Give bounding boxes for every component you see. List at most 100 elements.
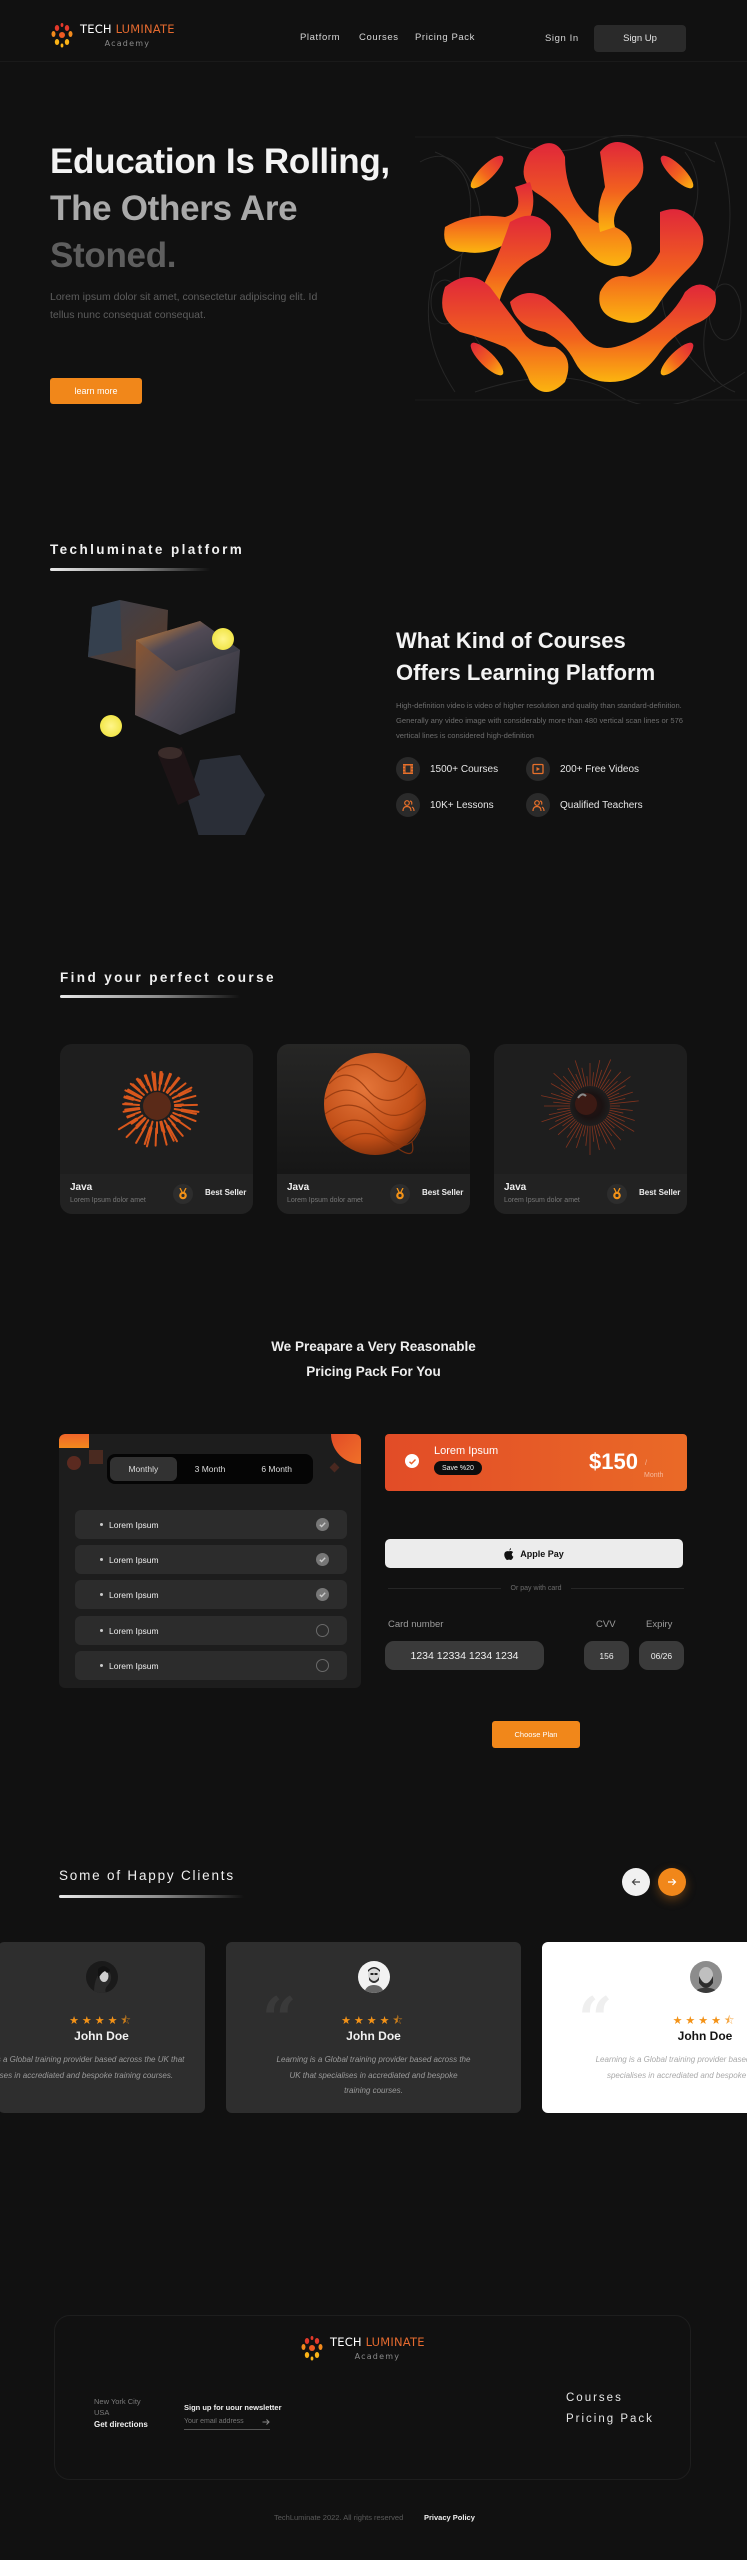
check-circle-icon — [316, 1553, 329, 1566]
best-seller-badge: Best Seller — [422, 1188, 464, 1197]
play-video-icon — [526, 757, 550, 781]
platform-description: High-definition video is video of higher… — [396, 701, 684, 740]
client-avatar — [85, 1961, 118, 1993]
plan-feature-row: Lorem Ipsum — [75, 1616, 347, 1645]
choose-plan-button[interactable]: Choose Plan — [492, 1721, 580, 1748]
newsletter-field — [184, 2414, 270, 2430]
arrow-right-icon — [668, 1878, 677, 1886]
learn-more-button[interactable]: learn more — [50, 378, 142, 404]
save-badge: Save %20 — [434, 1461, 482, 1475]
clients-section-label: Some of Happy Clients — [59, 1868, 235, 1883]
plan-feature-row: Lorem Ipsum — [75, 1510, 347, 1539]
plan-name: Lorem Ipsum — [434, 1445, 499, 1457]
privacy-policy-link[interactable]: Privacy Policy — [424, 2513, 475, 2522]
film-icon — [396, 757, 420, 781]
plan-price: $150 — [589, 1449, 638, 1474]
nav-link-platform[interactable]: Platform — [300, 32, 340, 43]
submit-arrow-icon[interactable] — [262, 2418, 270, 2426]
apple-pay-button[interactable]: Apple Pay — [385, 1539, 683, 1568]
course-card[interactable]: Java Lorem Ipsum dolor amet Best Seller — [277, 1044, 470, 1214]
cvv-input[interactable] — [584, 1641, 629, 1670]
email-input[interactable] — [184, 2418, 254, 2425]
quote-mark-icon: “ — [578, 1985, 613, 2055]
feature-qualified-teachers: Qualified Teachers — [526, 793, 643, 817]
nav-link-courses[interactable]: Courses — [359, 32, 399, 43]
feature-label: 200+ Free Videos — [560, 763, 640, 775]
feature-label: Qualified Teachers — [560, 799, 643, 811]
course-subtitle: Lorem Ipsum dolor amet — [70, 1197, 146, 1204]
testimonial-card: “ ★★★★⯪ John Doe Learning is a Global tr… — [542, 1942, 747, 2113]
brand-subtitle: Academy — [104, 39, 151, 48]
apple-icon — [504, 1547, 514, 1560]
hero-title: Education Is Rolling, The Others Are Sto… — [50, 142, 390, 275]
decor-shape — [329, 1462, 340, 1473]
pay-with-card-divider: Or pay with card — [388, 1585, 684, 1592]
course-card[interactable]: Java Lorem Ipsum dolor amet Best Seller — [494, 1044, 687, 1214]
sign-up-button[interactable]: Sign Up — [594, 25, 686, 52]
course-title: Java — [70, 1182, 93, 1193]
check-circle-icon — [316, 1588, 329, 1601]
course-title: Java — [504, 1182, 527, 1193]
selected-plan-card[interactable]: Lorem Ipsum Save %20 $150 / Month — [385, 1434, 687, 1491]
brand-name: TECH LUMINATE — [80, 22, 175, 36]
floating-cubes-illustration — [88, 600, 265, 835]
arrow-left-icon — [631, 1878, 640, 1886]
plan-period: Month — [644, 1472, 664, 1479]
client-quote: Learning is a Global training provider b… — [276, 2055, 471, 2095]
empty-circle-icon — [316, 1624, 329, 1637]
section-underline — [50, 568, 210, 571]
footer-brand-logo[interactable]: TECH LUMINATE Academy — [300, 2335, 425, 2361]
expiry-label: Expiry — [646, 1619, 673, 1630]
course-image-particle-burst — [60, 1044, 253, 1174]
tab-monthly[interactable]: Monthly — [110, 1457, 177, 1481]
feature-label: 10K+ Lessons — [430, 799, 494, 811]
courses-section-label: Find your perfect course — [60, 970, 276, 985]
newsletter-label: Sign up for uour newsletter — [184, 2403, 282, 2412]
glowing-orb — [100, 715, 122, 737]
nav-link-pricing-pack[interactable]: Pricing Pack — [415, 32, 475, 43]
testimonial-card: “ ★★★★⯪ John Doe Learning is a Global tr… — [226, 1942, 521, 2113]
plan-feature-row: Lorem Ipsum — [75, 1651, 347, 1680]
best-seller-badge: Best Seller — [205, 1188, 247, 1197]
particle-stroke — [173, 1099, 182, 1103]
carousel-next-button[interactable] — [658, 1868, 686, 1896]
price-separator: / — [645, 1460, 647, 1467]
course-image-spiky-sphere — [494, 1044, 687, 1174]
hero-description: Lorem ipsum dolor sit amet, consectetur … — [50, 291, 318, 321]
client-name: John Doe — [346, 2029, 401, 2043]
tab-3-month[interactable]: 3 Month — [177, 1457, 244, 1481]
pricing-title: We Preapare a Very Reasonable Pricing Pa… — [271, 1339, 476, 1379]
particle-stroke — [122, 1103, 141, 1106]
footer-link-courses[interactable]: Courses — [566, 2392, 623, 2404]
section-underline — [59, 1895, 244, 1898]
plan-feature-row: Lorem Ipsum — [75, 1545, 347, 1574]
get-directions-link[interactable]: Get directions — [94, 2420, 148, 2429]
top-navigation: TECH LUMINATE Academy Platform Courses P… — [0, 0, 747, 62]
users-icon — [396, 793, 420, 817]
footer-address: New York City USA — [94, 2397, 141, 2417]
medal-icon — [607, 1184, 627, 1204]
course-card[interactable]: Java Lorem Ipsum dolor amet Best Seller — [60, 1044, 253, 1214]
medal-icon — [390, 1184, 410, 1204]
client-quote: Learning is a Global training provider b… — [595, 2055, 747, 2080]
client-name: John Doe — [677, 2029, 733, 2043]
check-circle-icon — [316, 1518, 329, 1531]
billing-period-tabs: Monthly 3 Month 6 Month — [107, 1454, 313, 1484]
platform-title: What Kind of Courses Offers Learning Pla… — [396, 628, 656, 685]
client-avatar — [690, 1961, 722, 1993]
brand-logo[interactable]: TECH LUMINATE Academy — [50, 22, 175, 48]
expiry-input[interactable] — [639, 1641, 684, 1670]
brand-subtitle: Academy — [354, 2352, 401, 2361]
feature-label: 1500+ Courses — [430, 763, 499, 775]
sign-in-link[interactable]: Sign In — [545, 33, 579, 44]
card-number-input[interactable] — [385, 1641, 544, 1670]
brand-name: TECH LUMINATE — [330, 2335, 425, 2349]
carousel-prev-button[interactable] — [622, 1868, 650, 1896]
copyright-text: TechLuminate 2022. All rights reserved — [274, 2513, 404, 2522]
feature-lessons: 10K+ Lessons — [396, 793, 494, 817]
footer-link-pricing-pack[interactable]: Pricing Pack — [566, 2413, 654, 2425]
logo-mark-icon — [301, 2336, 323, 2361]
molecule-blobs — [442, 142, 716, 392]
tab-6-month[interactable]: 6 Month — [243, 1457, 310, 1481]
medal-icon — [173, 1184, 193, 1204]
